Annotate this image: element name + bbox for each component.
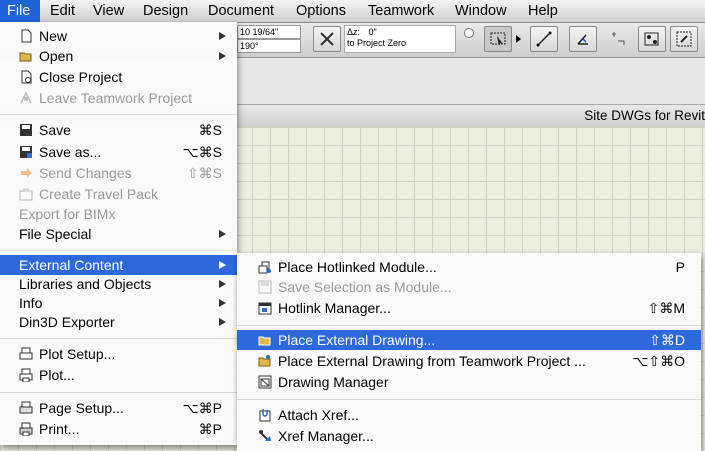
menu-item-send-changes[interactable]: Send Changes ⇧⌘S [0,163,237,183]
snap-icon [612,32,625,45]
menu-item-hotlink-manager[interactable]: Hotlink Manager... ⇧⌘M [237,298,701,318]
menu-item-info[interactable]: Info [0,293,237,313]
menu-separator [0,114,237,115]
menu-item-open[interactable]: Open [0,46,237,66]
new-document-icon [21,29,32,43]
line-icon [536,31,552,47]
print-icon [19,422,33,436]
external-content-submenu: Place Hotlinked Module... P Save Selecti… [237,253,701,451]
xref-manager-icon [259,430,271,441]
menu-bar: File Edit View Design Document Options T… [0,0,705,23]
close-project-icon [21,70,32,84]
menu-item-place-external-drawing[interactable]: Place External Drawing... ⇧⌘D [237,330,701,350]
menu-item-save-selection-module[interactable]: Save Selection as Module... [237,277,701,297]
travel-pack-icon [19,188,33,201]
dz-field[interactable]: Δz: 0" to Project Zero [344,25,456,53]
send-changes-icon [21,168,32,178]
dz-reference: to Project Zero [347,38,407,48]
radio-button[interactable] [464,28,474,38]
menu-item-print[interactable]: Print... ⌘P [0,419,237,439]
line-tool-button[interactable] [530,26,558,52]
menu-edit[interactable]: Edit [50,0,75,22]
menu-item-export-bimx[interactable]: Export for BIMx [0,204,237,224]
group-icon [644,32,659,46]
hotlinked-module-icon [258,261,271,274]
menu-item-drawing-manager[interactable]: Drawing Manager [237,372,701,392]
menu-view[interactable]: View [93,0,124,22]
save-module-icon [258,280,272,294]
magic-wand-icon [676,31,692,47]
menu-item-page-setup[interactable]: Page Setup... ⌥⌘P [0,398,237,418]
open-folder-icon [19,52,32,62]
cross-icon [320,32,334,46]
menu-item-libraries-objects[interactable]: Libraries and Objects [0,274,237,294]
dz-label: Δz: [347,27,361,37]
menu-item-plot-setup[interactable]: Plot Setup... [0,344,237,364]
save-icon [20,124,32,136]
info-field-2[interactable]: 190° [237,39,301,53]
menu-item-plot[interactable]: Plot... [0,365,237,385]
menu-options[interactable]: Options [296,0,346,22]
menu-item-save-as[interactable]: Save as... ⌥⌘S [0,142,237,162]
menu-file[interactable]: File [0,0,40,22]
menu-item-close-project[interactable]: Close Project [0,67,237,87]
menu-item-leave-teamwork[interactable]: Leave Teamwork Project [0,88,237,108]
external-drawing-icon [258,336,271,346]
plot-icon [19,368,33,382]
marquee-tool-button[interactable] [484,26,512,52]
menu-item-new[interactable]: New [0,26,237,46]
window-title: Site DWGs for Revit [584,108,705,123]
angle-icon [577,34,588,45]
menu-item-create-travel-pack[interactable]: Create Travel Pack [0,184,237,204]
submenu-arrow-icon [219,261,226,269]
submenu-arrow-icon [219,230,226,238]
menu-separator [237,399,701,400]
menu-help[interactable]: Help [528,0,558,22]
menu-item-xref-manager[interactable]: Xref Manager... [237,426,701,446]
menu-item-file-special[interactable]: File Special [0,224,237,244]
menu-item-place-hotlinked-module[interactable]: Place Hotlinked Module... P [237,257,701,277]
menu-separator [0,392,237,393]
snap-tool-button[interactable] [605,26,633,52]
info-field-1[interactable]: 10 19/64" [237,25,301,39]
submenu-arrow-icon [219,32,226,40]
teamwork-drawing-icon [258,355,271,367]
angle-tool-button[interactable] [569,26,597,52]
page-setup-icon [19,401,33,414]
menu-item-place-drawing-teamwork[interactable]: Place External Drawing from Teamwork Pro… [237,351,701,371]
menu-item-attach-xref[interactable]: Attach Xref... [237,405,701,425]
marquee-arrow-icon [490,32,506,46]
menu-separator [0,250,237,251]
dropdown-arrow-icon[interactable] [516,35,521,43]
magic-wand-button[interactable] [670,26,698,52]
menu-design[interactable]: Design [143,0,188,22]
submenu-arrow-icon [219,318,226,326]
save-as-icon [20,146,32,158]
drawing-manager-icon [258,375,272,389]
menu-separator [0,338,237,339]
hotlink-manager-icon [258,302,272,315]
submenu-arrow-icon [219,52,226,60]
menu-teamwork[interactable]: Teamwork [368,0,434,22]
dz-value: 0" [368,27,377,37]
group-tool-button[interactable] [638,26,666,52]
menu-separator [237,325,701,326]
teamwork-icon [20,91,32,104]
menu-item-save[interactable]: Save ⌘S [0,120,237,140]
menu-item-external-content[interactable]: External Content [0,255,237,275]
submenu-arrow-icon [219,280,226,288]
menu-document[interactable]: Document [208,0,274,22]
cross-tool-button[interactable] [313,26,341,52]
menu-item-din3d-exporter[interactable]: Din3D Exporter [0,312,237,332]
file-menu: New Open Close Project Leave Teamwork Pr… [0,22,237,445]
submenu-arrow-icon [219,299,226,307]
attach-xref-icon [259,409,271,422]
menu-window[interactable]: Window [455,0,507,22]
plot-setup-icon [19,347,33,360]
